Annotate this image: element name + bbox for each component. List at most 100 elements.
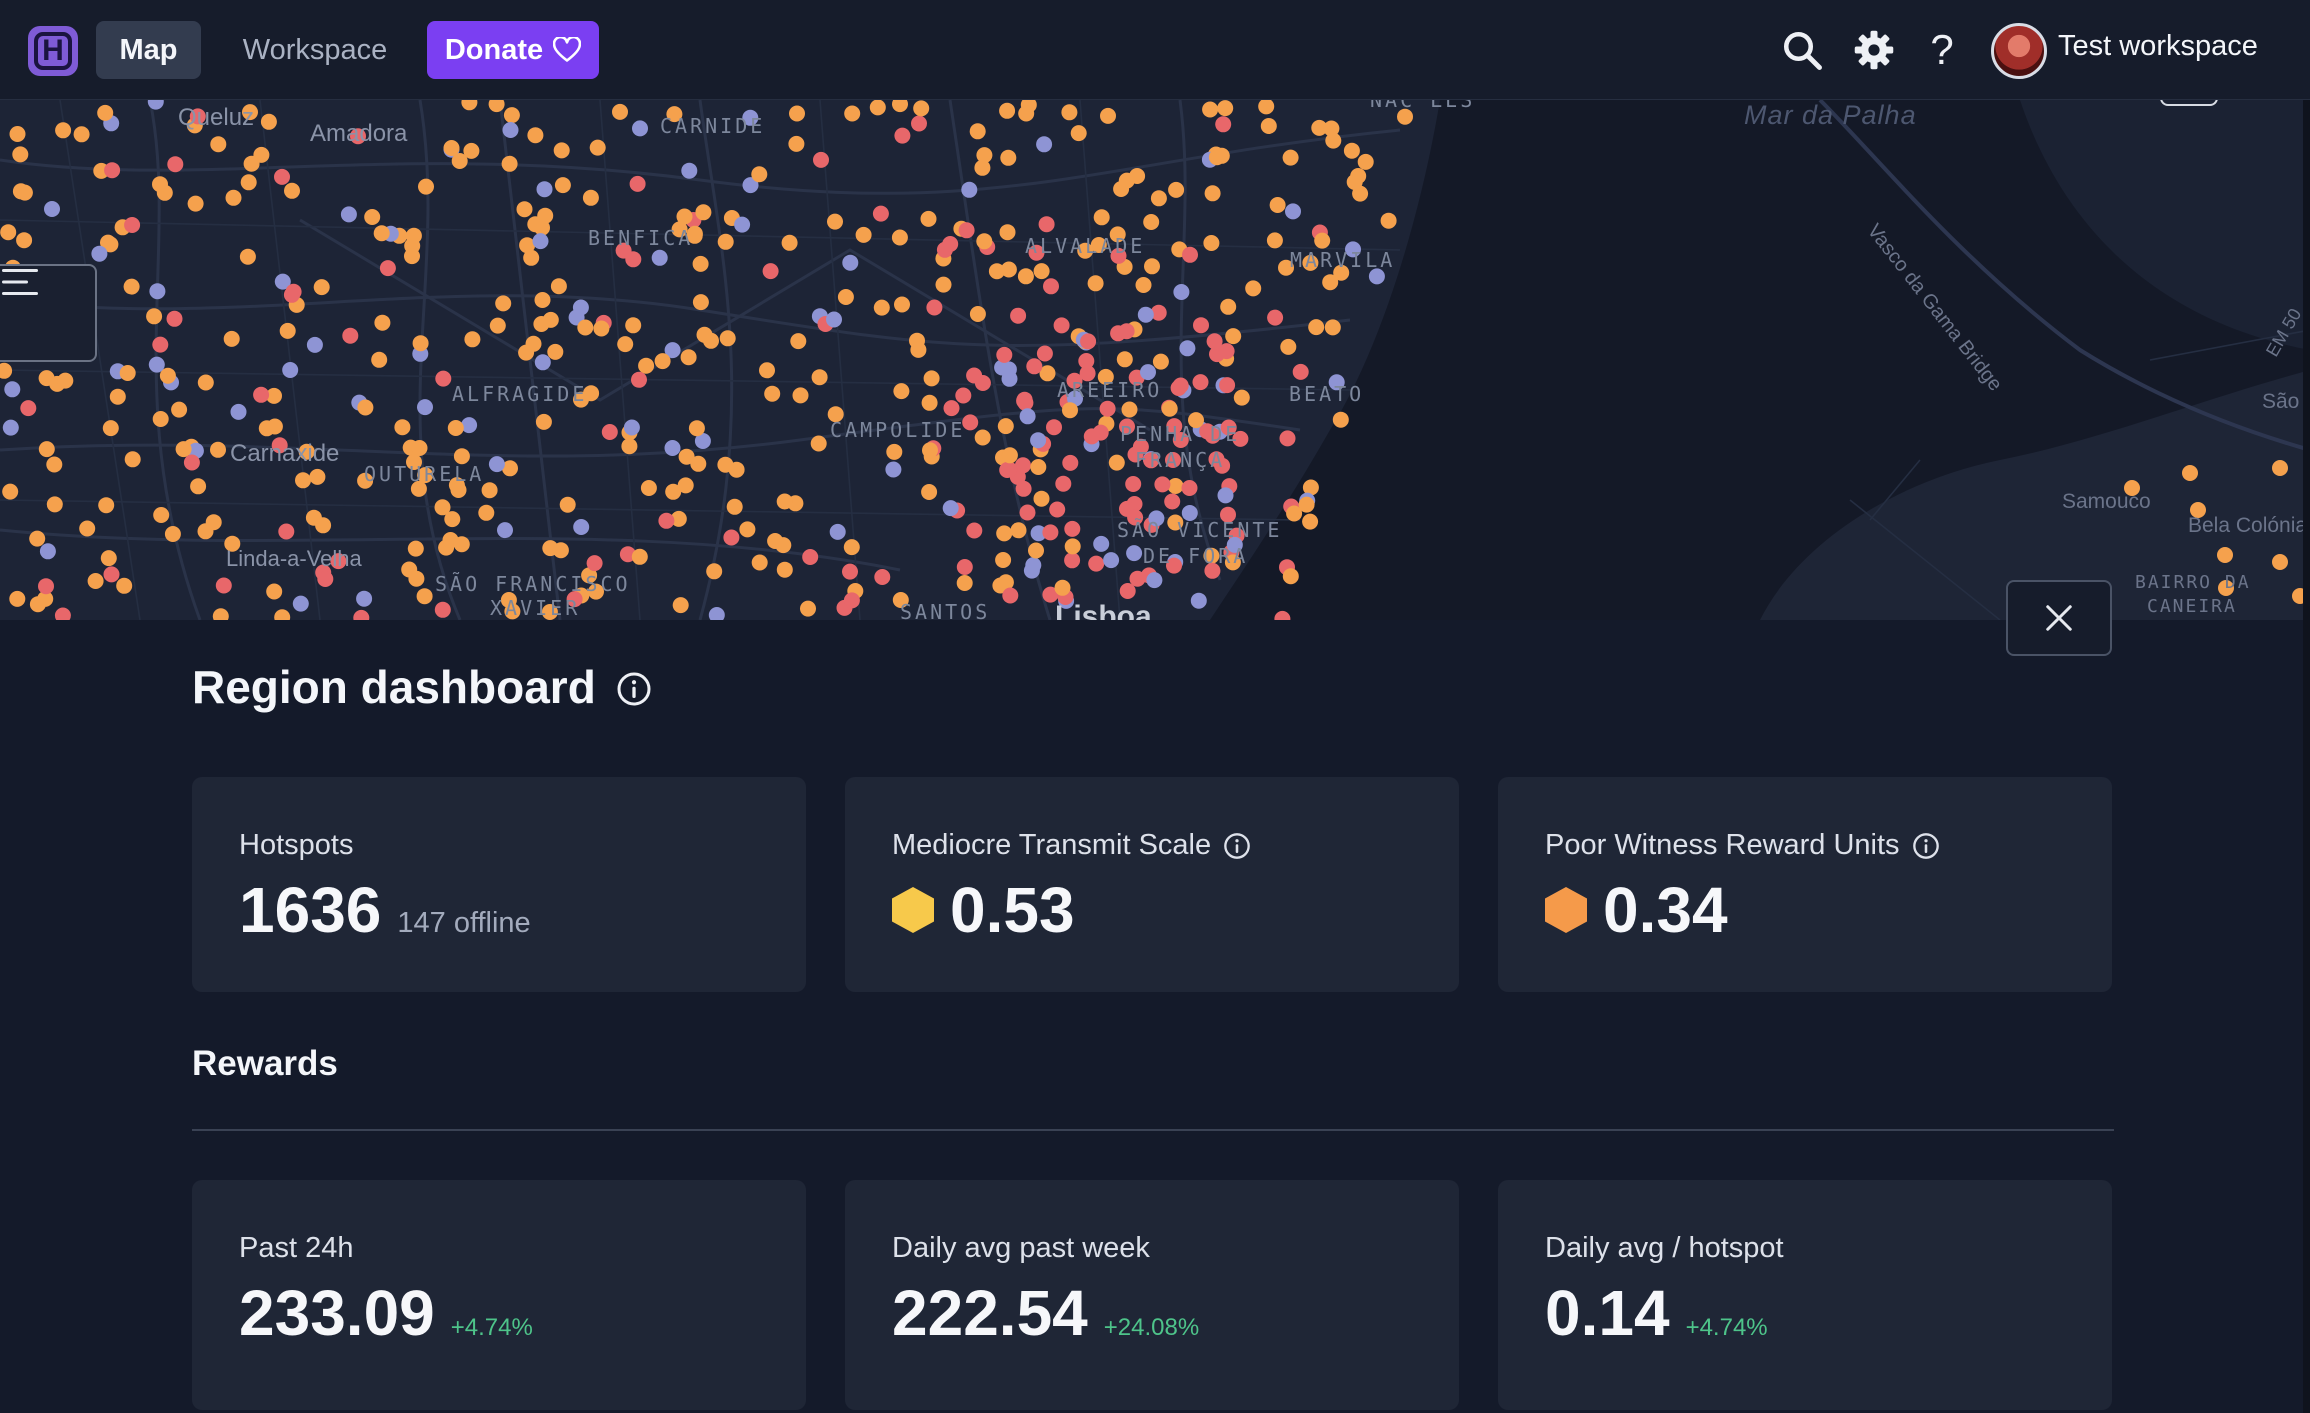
- hotspot-marker[interactable]: [996, 525, 1013, 542]
- hotspot-marker[interactable]: [39, 543, 56, 560]
- hotspot-marker[interactable]: [1110, 325, 1127, 342]
- hotspot-marker[interactable]: [536, 181, 553, 198]
- hotspot-marker[interactable]: [97, 104, 114, 121]
- hotspot-marker[interactable]: [489, 317, 506, 334]
- hotspot-marker[interactable]: [1028, 542, 1044, 559]
- hotspot-marker[interactable]: [1070, 125, 1087, 142]
- hotspot-marker[interactable]: [1023, 562, 1040, 579]
- hotspot-marker[interactable]: [91, 245, 108, 262]
- hotspot-marker[interactable]: [688, 420, 705, 437]
- hotspot-marker[interactable]: [1055, 475, 1072, 492]
- hotspot-marker[interactable]: [295, 472, 311, 489]
- hotspot-marker[interactable]: [416, 588, 433, 605]
- hotspot-marker[interactable]: [44, 201, 60, 217]
- hotspot-marker[interactable]: [306, 336, 323, 353]
- hotspot-marker[interactable]: [123, 278, 140, 295]
- hotspot-marker[interactable]: [1087, 275, 1104, 292]
- hotspot-marker[interactable]: [104, 162, 121, 179]
- hotspot-marker[interactable]: [502, 122, 519, 138]
- hotspot-marker[interactable]: [764, 385, 781, 402]
- hotspot-marker[interactable]: [171, 401, 188, 418]
- donate-button[interactable]: Donate: [427, 21, 599, 79]
- hotspot-marker[interactable]: [497, 522, 513, 539]
- hotspot-marker[interactable]: [1144, 258, 1160, 275]
- hotspot-marker[interactable]: [12, 146, 29, 163]
- workspace-name[interactable]: Test workspace: [2058, 30, 2258, 63]
- hotspot-marker[interactable]: [589, 139, 606, 156]
- hotspot-marker[interactable]: [921, 394, 938, 411]
- hotspot-marker[interactable]: [843, 592, 860, 609]
- hotspot-marker[interactable]: [527, 127, 544, 144]
- hotspot-marker[interactable]: [364, 209, 381, 225]
- avatar[interactable]: [1991, 23, 2047, 79]
- hotspot-marker[interactable]: [943, 400, 960, 417]
- hotspot-marker[interactable]: [1064, 520, 1081, 537]
- hotspot-marker[interactable]: [1245, 280, 1262, 297]
- hotspot-marker[interactable]: [444, 511, 461, 528]
- hotspot-marker[interactable]: [723, 529, 740, 546]
- nav-workspace-button[interactable]: Workspace: [222, 21, 408, 79]
- hotspot-marker[interactable]: [1001, 447, 1018, 464]
- hotspot-marker[interactable]: [1269, 197, 1286, 213]
- hotspot-marker[interactable]: [1302, 513, 1319, 530]
- hotspot-marker[interactable]: [73, 126, 90, 143]
- hotspot-marker[interactable]: [751, 554, 768, 571]
- hotspot-marker[interactable]: [2, 483, 19, 500]
- hotspot-marker[interactable]: [1042, 524, 1059, 541]
- hotspot-marker[interactable]: [872, 205, 889, 222]
- hotspot-marker[interactable]: [1054, 579, 1071, 596]
- hotspot-marker[interactable]: [1352, 185, 1369, 202]
- hotspot-marker[interactable]: [1292, 363, 1309, 380]
- hotspot-marker[interactable]: [631, 371, 647, 388]
- hotspot-marker[interactable]: [292, 595, 309, 612]
- hotspot-marker[interactable]: [923, 370, 940, 387]
- hotspot-marker[interactable]: [1286, 505, 1303, 522]
- hotspot-marker[interactable]: [1357, 153, 1374, 170]
- hotspot-marker[interactable]: [719, 330, 736, 347]
- hotspot-marker[interactable]: [1282, 568, 1299, 585]
- hotspot-marker[interactable]: [680, 349, 697, 366]
- hotspot-marker[interactable]: [621, 438, 638, 455]
- hotspot-marker[interactable]: [996, 346, 1013, 363]
- hotspot-marker[interactable]: [1279, 430, 1296, 447]
- hotspot-marker[interactable]: [1204, 185, 1221, 202]
- map-menu-button[interactable]: [0, 264, 97, 362]
- hotspot-marker[interactable]: [282, 362, 299, 378]
- hotspot-marker[interactable]: [789, 105, 805, 122]
- hotspot-marker[interactable]: [2182, 465, 2198, 481]
- hotspot-marker[interactable]: [997, 418, 1014, 435]
- hotspot-marker[interactable]: [197, 374, 214, 391]
- hotspot-marker[interactable]: [1083, 428, 1100, 445]
- hotspot-marker[interactable]: [1193, 317, 1209, 334]
- hotspot-marker[interactable]: [942, 236, 959, 252]
- hotspot-marker[interactable]: [453, 536, 470, 553]
- hotspot-marker[interactable]: [1161, 400, 1178, 417]
- hotspot-marker[interactable]: [175, 441, 192, 458]
- hotspot-marker[interactable]: [1146, 572, 1163, 589]
- hotspot-marker[interactable]: [658, 512, 675, 529]
- hotspot-marker[interactable]: [759, 362, 775, 379]
- hotspot-marker[interactable]: [913, 100, 930, 117]
- hotspot-marker[interactable]: [893, 383, 910, 400]
- hotspot-marker[interactable]: [404, 248, 420, 265]
- hotspot-marker[interactable]: [239, 248, 256, 265]
- hotspot-marker[interactable]: [146, 308, 163, 325]
- hotspot-marker[interactable]: [734, 216, 751, 233]
- hotspot-marker[interactable]: [651, 249, 668, 266]
- hotspot-marker[interactable]: [873, 299, 890, 316]
- hotspot-marker[interactable]: [969, 306, 986, 322]
- hotspot-marker[interactable]: [969, 123, 986, 140]
- hotspot-marker[interactable]: [559, 496, 576, 513]
- hotspot-marker[interactable]: [488, 456, 505, 473]
- hotspot-marker[interactable]: [2, 419, 19, 436]
- hotspot-marker[interactable]: [240, 174, 257, 191]
- hotspot-marker[interactable]: [1116, 351, 1133, 368]
- hotspot-marker[interactable]: [582, 189, 599, 206]
- hotspot-marker[interactable]: [654, 353, 671, 370]
- hotspot-marker[interactable]: [523, 249, 540, 266]
- hotspot-marker[interactable]: [100, 550, 117, 567]
- hotspot-marker[interactable]: [922, 442, 938, 459]
- hotspot-marker[interactable]: [1125, 476, 1142, 492]
- hotspot-marker[interactable]: [739, 521, 756, 538]
- hotspot-marker[interactable]: [842, 254, 859, 271]
